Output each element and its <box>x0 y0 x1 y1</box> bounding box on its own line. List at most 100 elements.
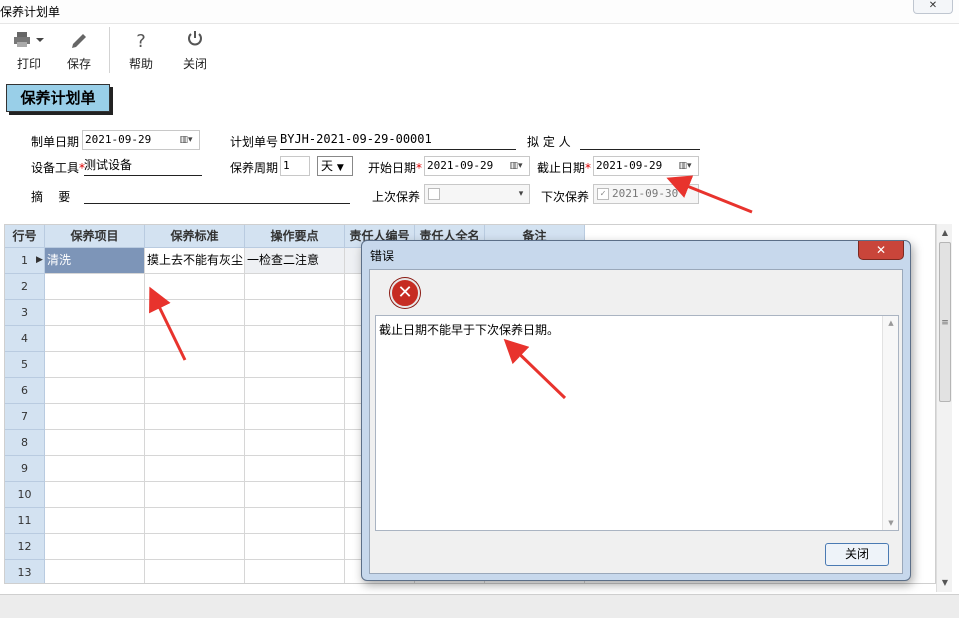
grid-cell[interactable] <box>245 352 345 378</box>
close-button[interactable]: 关闭 <box>178 29 212 75</box>
grid-cell[interactable] <box>45 352 145 378</box>
error-message-box: 截止日期不能早于下次保养日期。 ▲ ▼ <box>375 315 899 531</box>
toolbar-separator <box>109 27 110 73</box>
grid-cell[interactable] <box>245 404 345 430</box>
row-number[interactable]: 7 <box>5 404 45 430</box>
row-number[interactable]: 3 <box>5 300 45 326</box>
row-number[interactable]: 10 <box>5 482 45 508</box>
grid-cell[interactable]: 清洗 <box>45 248 145 274</box>
grid-cell[interactable] <box>245 456 345 482</box>
row-number[interactable]: 12 <box>5 534 45 560</box>
cycle-unit-select[interactable]: 天 ▼ <box>317 156 353 176</box>
chevron-down-icon: ▼ <box>336 163 344 173</box>
row-number[interactable]: 13 <box>5 560 45 583</box>
cycle-input[interactable]: 1 <box>280 156 310 176</box>
equipment-field[interactable]: 测试设备 <box>84 156 202 176</box>
row-number[interactable]: ▶ 1 <box>5 248 45 274</box>
next-maint-checkbox[interactable]: ✓ <box>597 188 609 200</box>
summary-field[interactable] <box>84 184 350 204</box>
scrollbar-thumb[interactable]: ≡ <box>939 242 951 402</box>
toolbar: 打印 保存 ? 帮助 关闭 <box>0 25 959 77</box>
grid-cell[interactable] <box>145 482 245 508</box>
current-row-marker-icon: ▶ <box>36 255 43 265</box>
grid-cell[interactable] <box>145 378 245 404</box>
form-title: 保养计划单 <box>6 84 110 112</box>
save-button[interactable]: 保存 <box>62 29 96 75</box>
grid-cell[interactable] <box>45 534 145 560</box>
created-date-label: 制单日期 <box>31 135 80 149</box>
calendar-dropdown-icon[interactable]: ▥▾ <box>175 132 197 148</box>
end-date-label: 截止日期* <box>537 161 592 175</box>
grid-cell[interactable] <box>245 534 345 560</box>
grid-cell[interactable] <box>145 404 245 430</box>
grid-cell[interactable] <box>145 508 245 534</box>
dialog-ok-button[interactable]: 关闭 <box>825 543 889 566</box>
grid-cell[interactable] <box>145 534 245 560</box>
scroll-up-icon[interactable]: ▲ <box>883 319 899 327</box>
end-date-field[interactable]: 2021-09-29 ▥▾ <box>593 156 699 176</box>
row-number[interactable]: 9 <box>5 456 45 482</box>
power-icon <box>178 29 212 55</box>
plan-no-label: 计划单号 <box>230 135 279 149</box>
window-titlebar: 保养计划单 ✕ <box>0 0 959 24</box>
message-scrollbar[interactable]: ▲ ▼ <box>882 316 898 530</box>
grid-cell[interactable]: 摸上去不能有灰尘 <box>145 248 245 274</box>
grid-cell[interactable] <box>245 300 345 326</box>
grid-cell[interactable] <box>245 430 345 456</box>
grid-cell[interactable] <box>145 560 245 583</box>
grid-cell[interactable] <box>145 430 245 456</box>
grid-cell[interactable] <box>145 456 245 482</box>
row-number[interactable]: 4 <box>5 326 45 352</box>
grid-cell[interactable] <box>45 300 145 326</box>
grid-cell[interactable] <box>45 326 145 352</box>
grid-cell[interactable] <box>45 482 145 508</box>
grid-cell[interactable] <box>45 430 145 456</box>
grid-cell[interactable] <box>45 508 145 534</box>
start-date-field[interactable]: 2021-09-29 ▥▾ <box>424 156 530 176</box>
column-header[interactable]: 操作要点 <box>245 225 345 248</box>
calendar-dropdown-icon[interactable]: ▥▾ <box>674 158 696 174</box>
row-number[interactable]: 5 <box>5 352 45 378</box>
grid-cell[interactable] <box>145 274 245 300</box>
grid-cell[interactable] <box>245 378 345 404</box>
last-maint-checkbox[interactable] <box>428 188 440 200</box>
print-button[interactable]: 打印 <box>4 29 54 75</box>
grid-cell[interactable] <box>45 378 145 404</box>
dialog-body: ✕ 截止日期不能早于下次保养日期。 ▲ ▼ 关闭 <box>369 269 903 574</box>
column-header[interactable]: 保养项目 <box>45 225 145 248</box>
grid-cell[interactable] <box>45 560 145 583</box>
row-number[interactable]: 6 <box>5 378 45 404</box>
grid-vertical-scrollbar[interactable]: ▲ ≡ ▼ <box>936 224 952 592</box>
help-button[interactable]: ? 帮助 <box>124 29 158 75</box>
scroll-up-icon[interactable]: ▲ <box>937 226 953 240</box>
grid-cell[interactable]: 一检查二注意 <box>245 248 345 274</box>
scroll-down-icon[interactable]: ▼ <box>937 576 953 590</box>
dialog-close-button[interactable]: ✕ <box>858 241 904 260</box>
grid-cell[interactable] <box>145 300 245 326</box>
column-header[interactable]: 保养标准 <box>145 225 245 248</box>
row-number[interactable]: 11 <box>5 508 45 534</box>
grid-cell[interactable] <box>245 560 345 583</box>
grid-cell[interactable] <box>45 404 145 430</box>
column-header[interactable]: 行号 <box>5 225 45 248</box>
grid-cell[interactable] <box>245 274 345 300</box>
next-maint-label: 下次保养 <box>541 190 590 204</box>
plan-no-field[interactable]: BYJH-2021-09-29-00001 <box>280 130 516 150</box>
grid-cell[interactable] <box>245 482 345 508</box>
row-number[interactable]: 8 <box>5 430 45 456</box>
created-date-field[interactable]: 2021-09-29 ▥▾ <box>82 130 200 150</box>
dialog-title: 错误 <box>370 249 395 263</box>
grid-cell[interactable] <box>245 508 345 534</box>
grid-cell[interactable] <box>45 456 145 482</box>
grid-cell[interactable] <box>145 352 245 378</box>
grid-cell[interactable] <box>245 326 345 352</box>
grid-cell[interactable] <box>45 274 145 300</box>
start-date-label: 开始日期* <box>368 161 423 175</box>
grid-cell[interactable] <box>145 326 245 352</box>
calendar-dropdown-icon[interactable]: ▥▾ <box>505 158 527 174</box>
scroll-down-icon[interactable]: ▼ <box>883 519 899 527</box>
row-number[interactable]: 2 <box>5 274 45 300</box>
window-close-button[interactable]: ✕ <box>913 0 953 14</box>
last-maint-label: 上次保养 <box>372 190 421 204</box>
drafter-field[interactable] <box>580 130 700 150</box>
